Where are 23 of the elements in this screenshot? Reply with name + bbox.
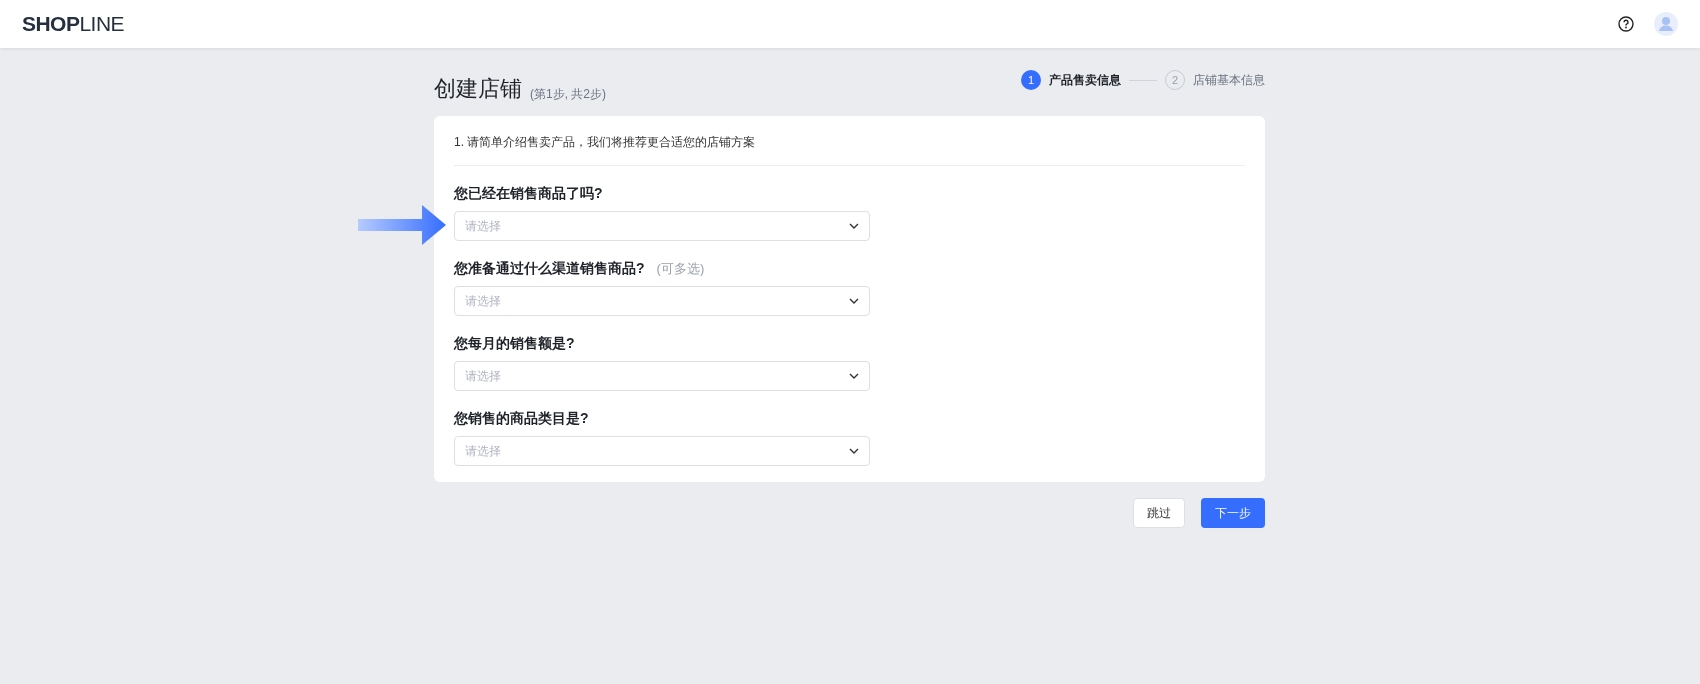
question-label: 您销售的商品类目是? [454,409,589,428]
question-label: 您每月的销售额是? [454,334,575,353]
select-field[interactable]: 请选择 [454,211,870,241]
chevron-down-icon [849,448,859,454]
chevron-down-icon [849,373,859,379]
step-label: 店铺基本信息 [1193,72,1265,89]
skip-button[interactable]: 跳过 [1133,498,1185,528]
step-number: 1 [1021,70,1041,90]
select-field[interactable]: 请选择 [454,286,870,316]
page-title: 创建店铺 [434,78,522,100]
question-hint: (可多选) [656,260,705,278]
chevron-down-icon [849,223,859,229]
step-label: 产品售卖信息 [1049,72,1121,89]
question-label: 您准备通过什么渠道销售商品? [454,259,645,278]
help-icon[interactable] [1618,16,1634,32]
select-field[interactable]: 请选择 [454,361,870,391]
select-field[interactable]: 请选择 [454,436,870,466]
next-button[interactable]: 下一步 [1201,498,1265,528]
step-count: (第1步, 共2步) [530,88,606,100]
chevron-down-icon [849,298,859,304]
question-label: 您已经在销售商品了吗? [454,184,603,203]
section-intro: 1. 请简单介绍售卖产品，我们将推荐更合适您的店铺方案 [454,133,1245,166]
logo[interactable]: SHOPLINE [22,8,124,40]
